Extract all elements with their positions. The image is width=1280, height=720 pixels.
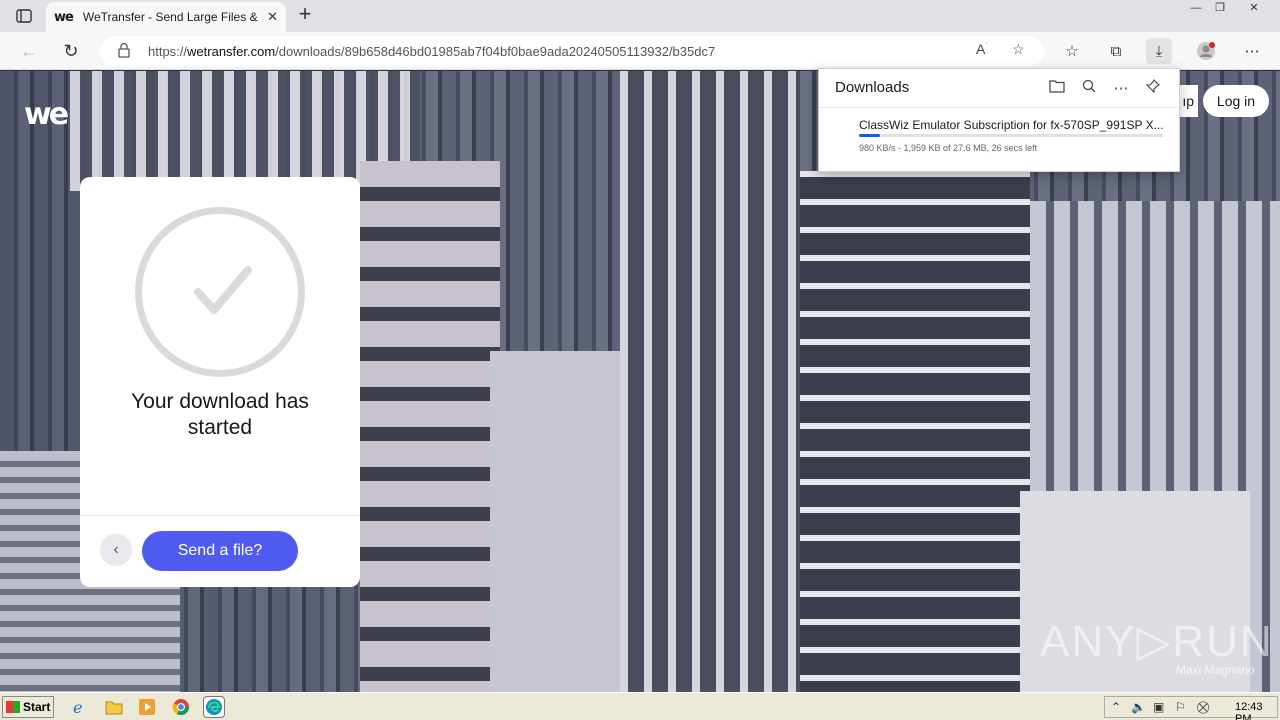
- system-tray: ⌃ 🔈 ▣ ⚐ ⛒ 12:43 PM: [1104, 696, 1278, 720]
- download-file-name[interactable]: ClassWiz Emulator Subscription for fx-57…: [859, 118, 1165, 132]
- favorites-icon[interactable]: ☆: [1059, 38, 1085, 64]
- browser-tab[interactable]: we WeTransfer - Send Large Files & S ✕: [46, 2, 286, 32]
- browser-tab-bar: we WeTransfer - Send Large Files & S ✕ +…: [0, 0, 1280, 32]
- ie-icon[interactable]: e: [70, 697, 90, 717]
- checkmark-icon: [135, 207, 305, 377]
- windows-taskbar: Start e ⌃ 🔈 ▣ ⚐ ⛒ 12:43 PM: [0, 692, 1280, 720]
- send-a-file-button[interactable]: Send a file?: [142, 531, 298, 571]
- tab-title: WeTransfer - Send Large Files & S: [82, 10, 262, 24]
- background-building: [360, 161, 500, 692]
- background-building: [800, 171, 1030, 692]
- flag-icon[interactable]: ⚐: [1175, 700, 1186, 714]
- tab-close-icon[interactable]: ✕: [267, 9, 278, 25]
- more-options-icon[interactable]: ⋯: [1111, 79, 1131, 99]
- clock: 12:43 PM: [1235, 701, 1263, 720]
- close-window-button[interactable]: ✕: [1242, 0, 1266, 18]
- folder-icon[interactable]: [104, 697, 124, 717]
- download-started-heading: Your download has started: [131, 390, 309, 439]
- wetransfer-favicon-icon: we: [54, 9, 74, 25]
- pin-icon[interactable]: [1143, 79, 1163, 99]
- card-divider: [80, 515, 360, 516]
- watermark-caption: Maxi Magnano: [1176, 663, 1255, 677]
- wetransfer-logo[interactable]: we: [24, 97, 69, 132]
- volume-icon[interactable]: 🔈: [1131, 700, 1146, 714]
- download-progress-fill: [859, 134, 881, 137]
- refresh-icon[interactable]: ↻: [58, 38, 84, 64]
- download-progress-bar: [859, 134, 1163, 137]
- background-building: [490, 351, 620, 692]
- chrome-icon[interactable]: [171, 697, 191, 717]
- minimize-button[interactable]: —: [1184, 0, 1208, 18]
- tray-expand-icon[interactable]: ⌃: [1111, 700, 1121, 714]
- tab-actions-icon[interactable]: [8, 4, 40, 28]
- background-building: [620, 71, 800, 692]
- windows-logo-icon: [6, 701, 20, 713]
- lock-icon: [118, 42, 130, 63]
- browser-toolbar: ← ↻ https://wetransfer.com/downloads/89b…: [0, 32, 1280, 70]
- add-favorite-icon[interactable]: ☆: [1012, 41, 1025, 58]
- open-folder-icon[interactable]: [1047, 79, 1067, 99]
- downloads-panel: Downloads ⋯ ClassWiz Emulator Subscripti…: [818, 68, 1180, 172]
- url-text: https://wetransfer.com/downloads/89b658d…: [148, 44, 716, 59]
- security-icon[interactable]: ⛒: [1197, 700, 1209, 715]
- profile-avatar[interactable]: [1193, 38, 1219, 64]
- edge-icon[interactable]: [203, 696, 225, 718]
- media-player-icon[interactable]: [137, 697, 157, 717]
- svg-text:e: e: [73, 698, 82, 717]
- card-back-button[interactable]: ‹: [100, 534, 132, 566]
- new-tab-button[interactable]: +: [293, 3, 317, 27]
- restore-button[interactable]: ❐: [1208, 0, 1232, 18]
- back-icon[interactable]: ←: [16, 38, 42, 64]
- read-aloud-icon[interactable]: Aʾ: [976, 41, 988, 57]
- collections-icon[interactable]: ⧉: [1103, 38, 1129, 64]
- log-in-button[interactable]: Log in: [1203, 85, 1269, 117]
- start-button[interactable]: Start: [2, 696, 54, 718]
- network-icon[interactable]: ▣: [1153, 700, 1164, 714]
- anyrun-watermark: ANY▷RUN: [1040, 617, 1274, 666]
- settings-more-icon[interactable]: ⋯: [1239, 38, 1265, 64]
- downloads-icon[interactable]: ⤓: [1146, 38, 1172, 64]
- search-downloads-icon[interactable]: [1079, 79, 1099, 99]
- downloads-panel-title: Downloads: [835, 79, 910, 96]
- panel-separator: [819, 107, 1179, 108]
- download-started-card: Your download has started ‹ Send a file?: [80, 177, 360, 587]
- download-status: 980 KB/s - 1,959 KB of 27.6 MB, 26 secs …: [859, 143, 1038, 153]
- address-bar[interactable]: https://wetransfer.com/downloads/89b658d…: [100, 36, 1044, 66]
